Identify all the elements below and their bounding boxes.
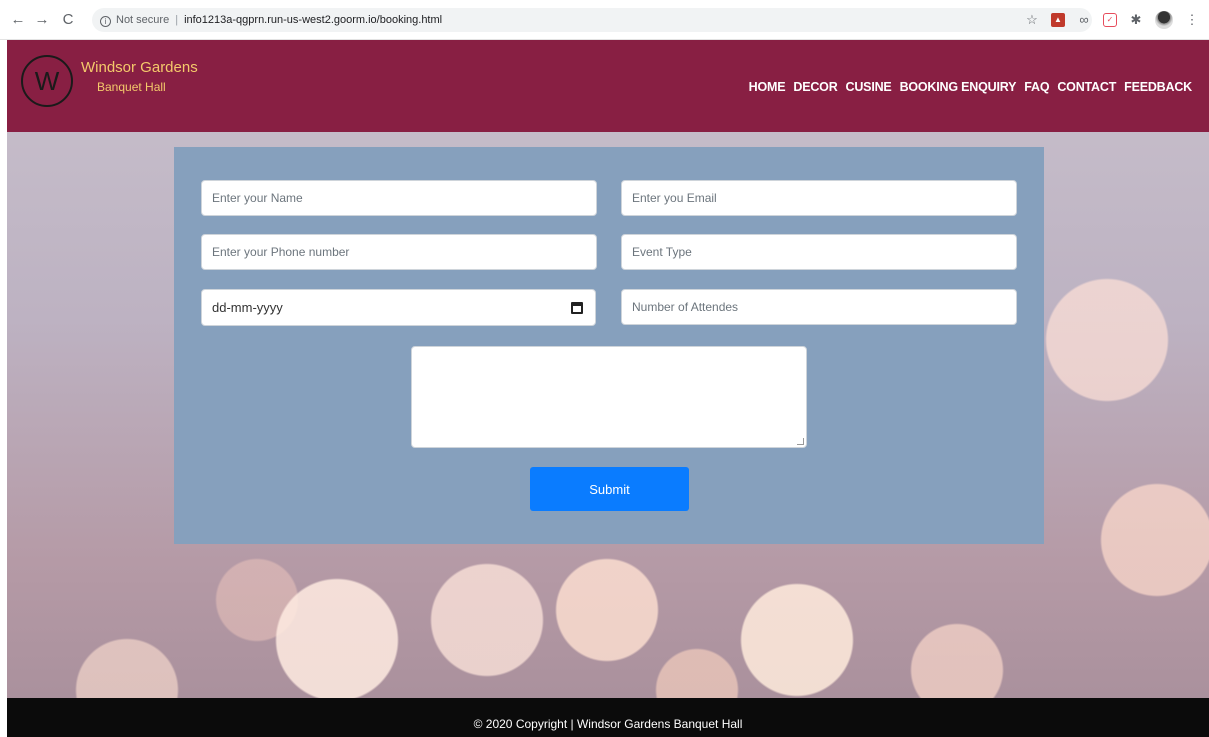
puzzle-icon[interactable]: ✱ [1129, 13, 1143, 27]
nav-home[interactable]: HOME [749, 80, 786, 94]
pocket-extension-icon[interactable]: ✓ [1103, 13, 1117, 27]
email-input[interactable] [621, 180, 1017, 216]
profile-avatar-icon[interactable] [1155, 11, 1173, 29]
booking-form: dd-mm-yyyy Submit [174, 147, 1044, 544]
star-icon[interactable]: ☆ [1025, 13, 1039, 27]
nav-faq[interactable]: FAQ [1024, 80, 1049, 94]
browser-toolbar: ← → C i Not secure | info1213a-qgprn.run-us… [0, 0, 1209, 40]
site-footer: © 2020 Copyright | Windsor Gardens Banqu… [7, 698, 1209, 737]
nav-cusine[interactable]: CUSINE [846, 80, 892, 94]
date-placeholder: dd-mm-yyyy [212, 300, 283, 315]
attendees-input[interactable] [621, 289, 1017, 325]
security-label: Not secure [116, 14, 170, 26]
address-bar[interactable]: i Not secure | info1213a-qgprn.run-us-west2… [92, 8, 1092, 32]
message-textarea[interactable] [411, 346, 807, 448]
reload-button[interactable]: C [58, 10, 78, 30]
phone-input[interactable] [201, 234, 597, 270]
resize-handle-icon[interactable] [797, 438, 804, 445]
brand-title[interactable]: Windsor Gardens [81, 59, 198, 76]
url-text[interactable]: info1213a-qgprn.run-us-west2.goorm.io/bo… [184, 14, 442, 26]
event-type-input[interactable] [621, 234, 1017, 270]
back-button[interactable]: ← [8, 10, 28, 30]
forward-button[interactable]: → [32, 10, 52, 30]
logo[interactable]: W [21, 55, 73, 107]
site-header: W Windsor Gardens Banquet Hall HOME DECO… [7, 40, 1209, 132]
page-background: W Windsor Gardens Banquet Hall HOME DECO… [7, 40, 1209, 737]
calendar-icon[interactable] [571, 302, 583, 314]
nav-booking-enquiry[interactable]: BOOKING ENQUIRY [900, 80, 1017, 94]
nav-feedback[interactable]: FEEDBACK [1124, 80, 1192, 94]
brand-subtitle: Banquet Hall [97, 80, 166, 94]
nav-contact[interactable]: CONTACT [1057, 80, 1116, 94]
info-icon[interactable]: i [100, 16, 111, 27]
main-nav: HOME DECOR CUSINE BOOKING ENQUIRY FAQ CO… [749, 80, 1193, 94]
kebab-menu-icon[interactable]: ⋮ [1185, 13, 1199, 27]
submit-button[interactable]: Submit [530, 467, 689, 511]
date-input[interactable]: dd-mm-yyyy [201, 289, 596, 326]
extension-icons: ☆ ▲ ∞ ✓ ✱ ⋮ [1025, 9, 1199, 31]
pdf-extension-icon[interactable]: ▲ [1051, 13, 1065, 27]
name-input[interactable] [201, 180, 597, 216]
link-extension-icon[interactable]: ∞ [1077, 13, 1091, 27]
nav-decor[interactable]: DECOR [793, 80, 837, 94]
address-separator: | [175, 14, 179, 26]
copyright-text: © 2020 Copyright | Windsor Gardens Banqu… [473, 717, 743, 731]
